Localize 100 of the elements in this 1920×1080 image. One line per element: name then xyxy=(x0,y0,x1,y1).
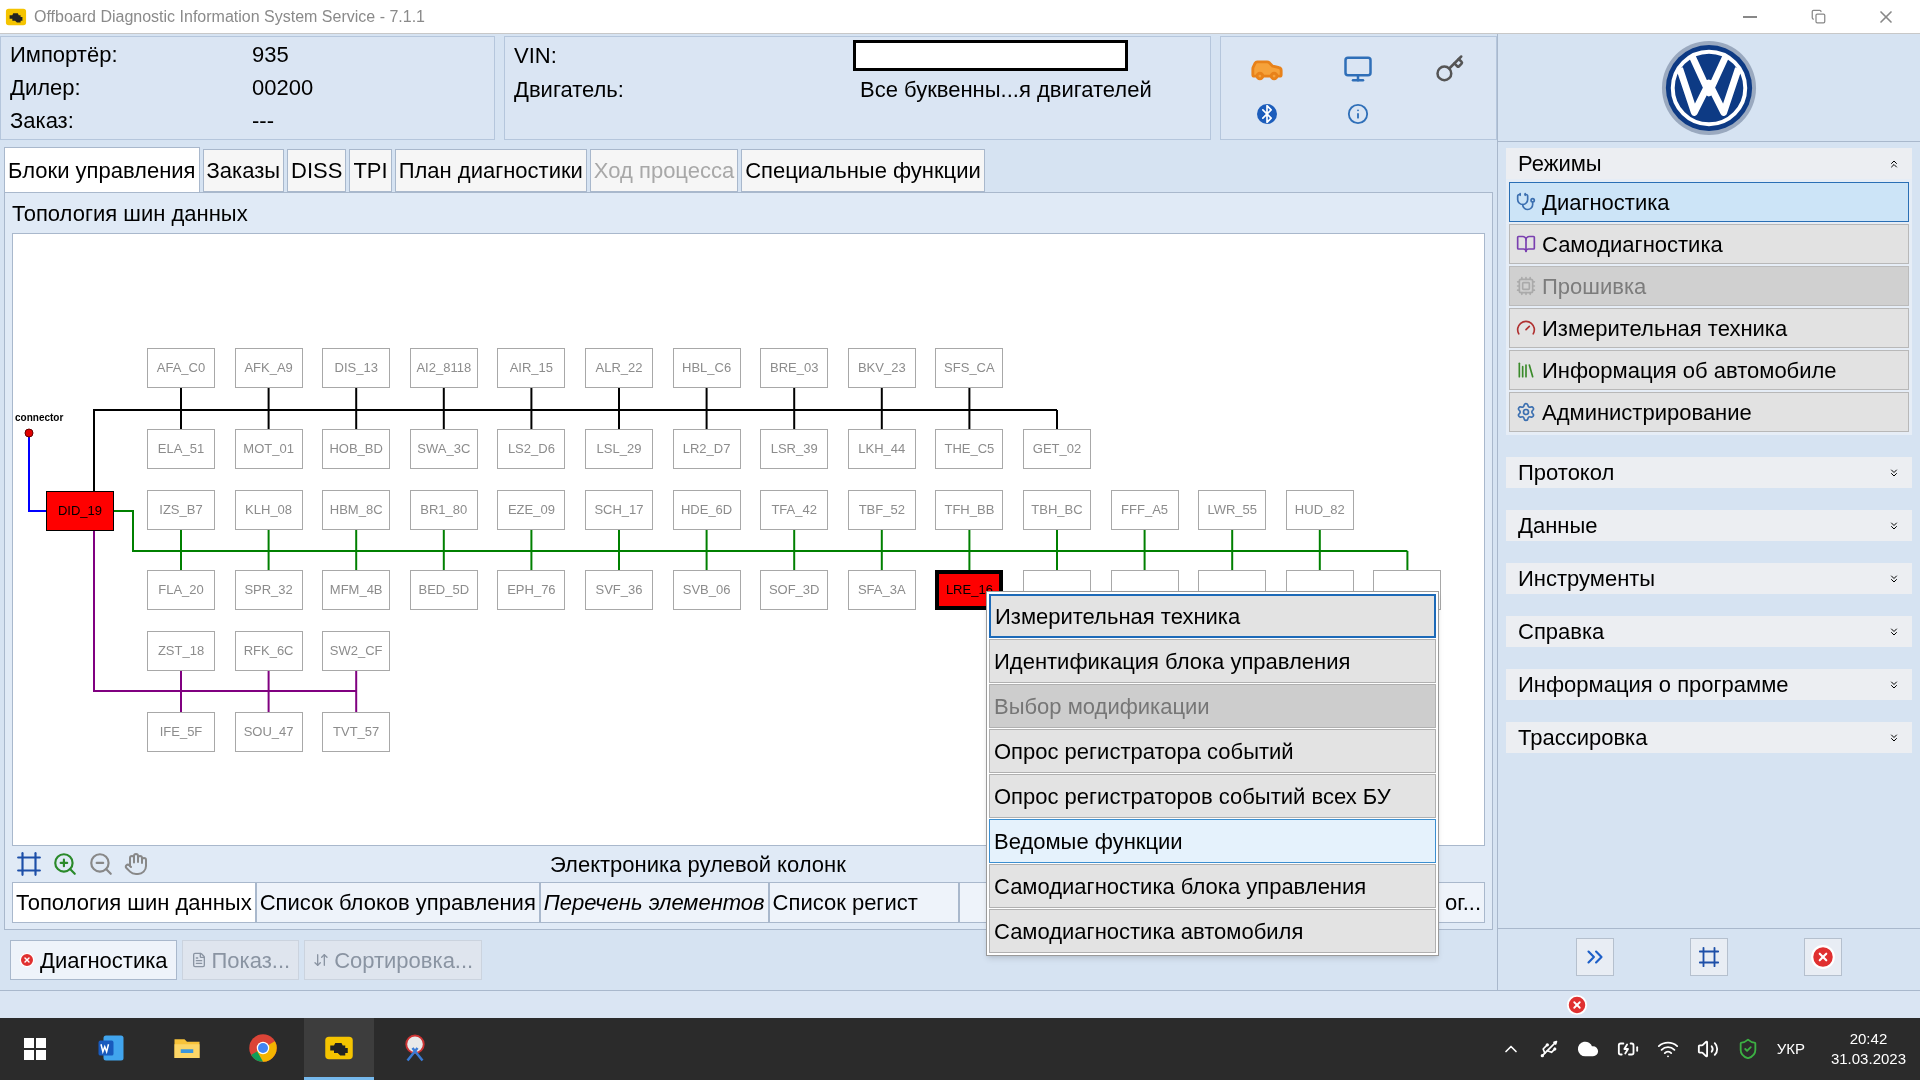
menu-item[interactable]: Идентификация блока управления xyxy=(989,639,1436,683)
node-label: BR1_80 xyxy=(420,501,468,520)
tab[interactable]: Блоки управления xyxy=(4,147,200,192)
section-header[interactable]: Данные xyxy=(1506,510,1912,541)
control-unit-box[interactable]: TFH_BB xyxy=(935,490,1004,530)
control-unit-box[interactable]: THE_C5 xyxy=(935,429,1004,469)
control-unit-box[interactable]: EZE_09 xyxy=(497,490,566,530)
menu-item[interactable]: Ведомые функции xyxy=(989,819,1436,863)
control-unit-box[interactable]: LSR_39 xyxy=(760,429,829,469)
node-label: LKH_44 xyxy=(858,440,906,459)
control-unit-box[interactable]: DIS_13 xyxy=(322,348,391,388)
control-unit-box[interactable]: BKV_23 xyxy=(847,348,916,388)
control-unit-box[interactable]: AI2_8118 xyxy=(409,348,478,388)
menu-item[interactable]: Опрос регистраторов событий всех БУ xyxy=(989,774,1436,818)
control-unit-box[interactable]: BED_5D xyxy=(409,570,478,610)
hand-icon[interactable] xyxy=(124,852,148,876)
control-unit-box[interactable]: SFS_CA xyxy=(935,348,1004,388)
section-header[interactable]: Инструменты xyxy=(1506,563,1912,594)
volume-icon[interactable] xyxy=(1696,1038,1719,1060)
control-unit-box[interactable]: LKH_44 xyxy=(847,429,916,469)
control-unit-box[interactable]: HUD_82 xyxy=(1285,490,1354,530)
control-unit-box[interactable]: SPR_32 xyxy=(234,570,303,610)
control-unit-box[interactable]: IZS_B7 xyxy=(147,490,215,530)
control-unit-box[interactable]: HBL_C6 xyxy=(672,348,741,388)
section-header[interactable]: Режимы xyxy=(1506,148,1912,179)
control-unit-box[interactable]: SVB_06 xyxy=(672,570,741,610)
menu-item[interactable]: Самодиагностика блока управления xyxy=(989,864,1436,908)
control-unit-box[interactable]: LWR_55 xyxy=(1198,490,1267,530)
cancel-button[interactable] xyxy=(1804,937,1842,976)
tab[interactable]: DISS xyxy=(287,149,347,192)
view-tab[interactable]: Перечень элементов xyxy=(539,882,769,923)
control-unit-box[interactable]: SFA_3A xyxy=(847,570,916,610)
info-icon[interactable] xyxy=(1347,102,1370,125)
mode-item[interactable]: Самодиагностика xyxy=(1509,224,1909,264)
control-unit-box[interactable]: MOT_01 xyxy=(234,429,303,469)
bluetooth-icon[interactable] xyxy=(1256,103,1277,124)
control-unit-box[interactable]: SOF_3D xyxy=(760,570,829,610)
tab[interactable]: План диагностики xyxy=(394,149,587,192)
control-unit-box[interactable]: BR1_80 xyxy=(409,490,478,530)
control-unit-box[interactable]: EPH_76 xyxy=(497,570,566,610)
section-header[interactable]: Информация о программе xyxy=(1506,669,1912,700)
control-unit-box[interactable]: LSL_29 xyxy=(585,429,653,469)
fit-view-button[interactable] xyxy=(1690,937,1728,976)
control-unit-box[interactable]: RFK_6C xyxy=(234,631,303,671)
control-unit-box[interactable]: SW2_CF xyxy=(322,631,391,671)
control-unit-box[interactable]: SWA_3C xyxy=(409,429,478,469)
tab[interactable]: TPI xyxy=(349,149,392,192)
tab[interactable]: Заказы xyxy=(202,149,285,192)
tab[interactable]: Специальные функции xyxy=(741,149,985,192)
action-button[interactable]: Диагностика xyxy=(10,940,177,980)
mode-item[interactable]: Информация об автомобиле xyxy=(1509,350,1909,390)
language-indicator[interactable]: УКР xyxy=(1776,1037,1805,1061)
control-unit-box[interactable]: BRE_03 xyxy=(760,348,829,388)
control-unit-box[interactable]: SVF_36 xyxy=(585,570,653,610)
view-tab[interactable]: Топология шин данных xyxy=(12,882,256,923)
section-header[interactable]: Трассировка xyxy=(1506,722,1912,753)
view-tab[interactable]: Список регист xyxy=(768,882,959,923)
control-unit-box[interactable]: LR2_D7 xyxy=(672,429,741,469)
usb-icon[interactable] xyxy=(1538,1039,1559,1059)
taskbar-app-button[interactable] xyxy=(304,1018,374,1080)
control-unit-box[interactable]: FLA_20 xyxy=(147,570,215,610)
control-unit-box[interactable]: KLH_08 xyxy=(234,490,303,530)
zoom-in-icon[interactable] xyxy=(52,851,78,877)
menu-item[interactable]: Опрос регистратора событий xyxy=(989,729,1436,773)
section-header[interactable]: Справка xyxy=(1506,616,1912,647)
control-unit-box[interactable]: ZST_18 xyxy=(147,631,215,671)
control-unit-box[interactable]: HBM_8C xyxy=(322,490,391,530)
control-unit-box[interactable]: AFA_C0 xyxy=(147,348,215,388)
control-unit-box[interactable]: TBH_BC xyxy=(1023,490,1091,530)
zoom-out-icon[interactable] xyxy=(88,851,114,877)
forward-button[interactable] xyxy=(1576,937,1614,976)
control-unit-box[interactable]: SOU_47 xyxy=(234,712,303,752)
control-unit-box[interactable]: MFM_4B xyxy=(322,570,391,610)
control-unit-box[interactable]: TFA_42 xyxy=(760,490,829,530)
mode-item[interactable]: Диагностика xyxy=(1509,182,1909,222)
control-unit-box[interactable]: ELA_51 xyxy=(147,429,215,469)
control-unit-box[interactable]: HDE_6D xyxy=(672,490,741,530)
fit-view-icon[interactable] xyxy=(16,851,42,877)
control-unit-box[interactable]: AFK_A9 xyxy=(234,348,303,388)
view-tab[interactable]: Список блоков управления xyxy=(255,882,540,923)
control-unit-box[interactable]: HOB_BD xyxy=(322,429,391,469)
mode-item[interactable]: Администрирование xyxy=(1509,392,1909,432)
control-unit-box[interactable]: LS2_D6 xyxy=(497,429,566,469)
control-unit-box[interactable]: IFE_5F xyxy=(147,712,215,752)
menu-item[interactable]: Самодиагностика автомобиля xyxy=(989,909,1436,953)
section-header[interactable]: Протокол xyxy=(1506,457,1912,488)
vin-field[interactable] xyxy=(853,40,1128,71)
clock-time[interactable]: 20:42 xyxy=(1849,1029,1888,1049)
control-unit-box[interactable]: DID_19 xyxy=(46,491,114,531)
control-unit-box[interactable]: GET_02 xyxy=(1023,429,1091,469)
mode-item[interactable]: Измерительная техника xyxy=(1509,308,1909,348)
control-unit-box[interactable]: TVT_57 xyxy=(322,712,391,752)
control-unit-box[interactable]: TBF_52 xyxy=(847,490,916,530)
control-unit-box[interactable]: AIR_15 xyxy=(497,348,566,388)
key-icon[interactable] xyxy=(1435,53,1466,84)
clock-date[interactable]: 31.03.2023 xyxy=(1830,1049,1906,1069)
menu-item[interactable]: Измерительная техника xyxy=(989,594,1436,638)
control-unit-box[interactable]: SCH_17 xyxy=(585,490,653,530)
control-unit-box[interactable]: ALR_22 xyxy=(585,348,653,388)
control-unit-box[interactable]: FFF_A5 xyxy=(1110,490,1179,530)
